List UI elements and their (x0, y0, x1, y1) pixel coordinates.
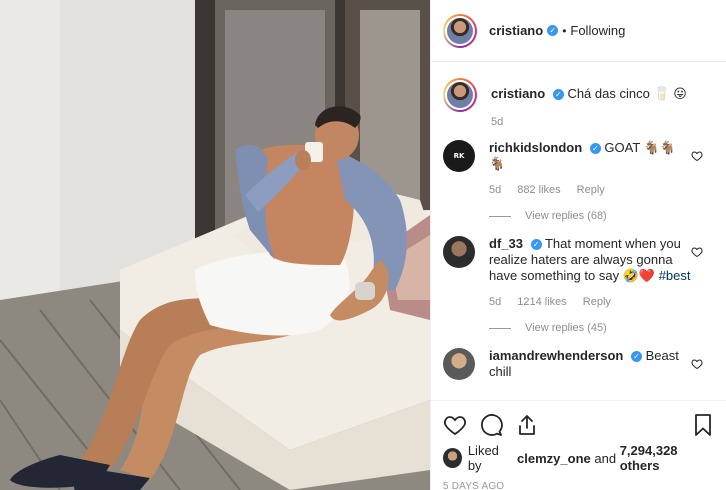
comment-like-icon[interactable] (691, 150, 703, 162)
comment-age[interactable]: 5d (489, 294, 501, 310)
caption-emoji: 🥛 😛 (653, 86, 687, 101)
post-detail-panel: cristiano ✓ • Following cristiano ✓ Chá … (430, 0, 726, 490)
share-icon[interactable] (515, 413, 539, 437)
commenter-avatar[interactable] (443, 236, 475, 268)
caption-username[interactable]: cristiano (491, 86, 545, 101)
verified-badge-icon: ✓ (530, 239, 542, 250)
author-username[interactable]: cristiano (489, 23, 543, 38)
replies-divider (489, 215, 511, 217)
view-replies-label: View replies (45) (525, 322, 607, 334)
comment-hashtag[interactable]: #best (659, 268, 691, 283)
comment-likes[interactable]: 882 likes (517, 182, 560, 198)
commenter-avatar[interactable]: RK (443, 140, 475, 172)
comment-age[interactable]: 5d (489, 182, 501, 198)
view-replies-button[interactable]: View replies (45) (489, 320, 693, 336)
comment-icon[interactable] (479, 413, 503, 437)
replies-divider (489, 327, 511, 329)
post-actions: Liked by clemzy_one and 7,294,328 others… (431, 400, 726, 490)
caption-avatar[interactable] (443, 78, 477, 112)
comment-like-icon[interactable] (691, 358, 703, 370)
reply-button[interactable]: Reply (583, 294, 611, 310)
likes-count[interactable]: 7,294,328 others (620, 443, 715, 473)
comments-list[interactable]: cristiano ✓ Chá das cinco 🥛 😛 5d RK rich… (431, 62, 726, 400)
comment-like-icon[interactable] (691, 246, 703, 258)
action-icons (431, 401, 726, 441)
post-image (0, 0, 430, 490)
verified-badge-icon: ✓ (631, 351, 642, 362)
caption: cristiano ✓ Chá das cinco 🥛 😛 5d (443, 78, 715, 130)
caption-age[interactable]: 5d (491, 114, 503, 130)
follow-status-button[interactable]: Following (570, 23, 625, 38)
commenter-avatar[interactable] (443, 348, 475, 380)
liker-username[interactable]: clemzy_one (517, 451, 591, 466)
comment-item: iamandrewhenderson ✓ Beast chill (443, 348, 715, 380)
comment-username[interactable]: iamandrewhenderson (489, 348, 623, 363)
caption-text: Chá das cinco (567, 86, 650, 101)
post-header: cristiano ✓ • Following (431, 0, 726, 62)
verified-badge-icon: ✓ (552, 89, 564, 100)
verified-badge-icon: ✓ (589, 143, 601, 154)
author-avatar[interactable] (443, 13, 477, 48)
view-replies-button[interactable]: View replies (68) (489, 208, 693, 224)
comment-item: df_33 ✓ That moment when you realize hat… (443, 236, 715, 336)
verified-badge-icon: ✓ (547, 25, 559, 36)
liked-by-prefix: Liked by (467, 443, 499, 473)
reply-button[interactable]: Reply (577, 182, 605, 198)
heart-icon[interactable] (443, 413, 467, 437)
liked-by-middle: and (594, 450, 617, 466)
comment-username[interactable]: richkidslondon (489, 140, 582, 155)
post-photo[interactable] (0, 0, 430, 490)
view-replies-label: View replies (68) (525, 210, 607, 222)
comment-likes[interactable]: 1214 likes (517, 294, 567, 310)
likes-summary[interactable]: Liked by clemzy_one and 7,294,328 others (431, 441, 726, 475)
separator-dot: • (562, 23, 567, 38)
comment-item: RK richkidslondon ✓ GOAT 🐐🐐 🐐 5d 882 lik… (443, 140, 715, 224)
bookmark-icon[interactable] (691, 413, 715, 437)
post-timestamp[interactable]: 5 DAYS AGO (431, 475, 726, 490)
liker-avatar[interactable] (443, 448, 462, 468)
comment-username[interactable]: df_33 (489, 236, 523, 251)
